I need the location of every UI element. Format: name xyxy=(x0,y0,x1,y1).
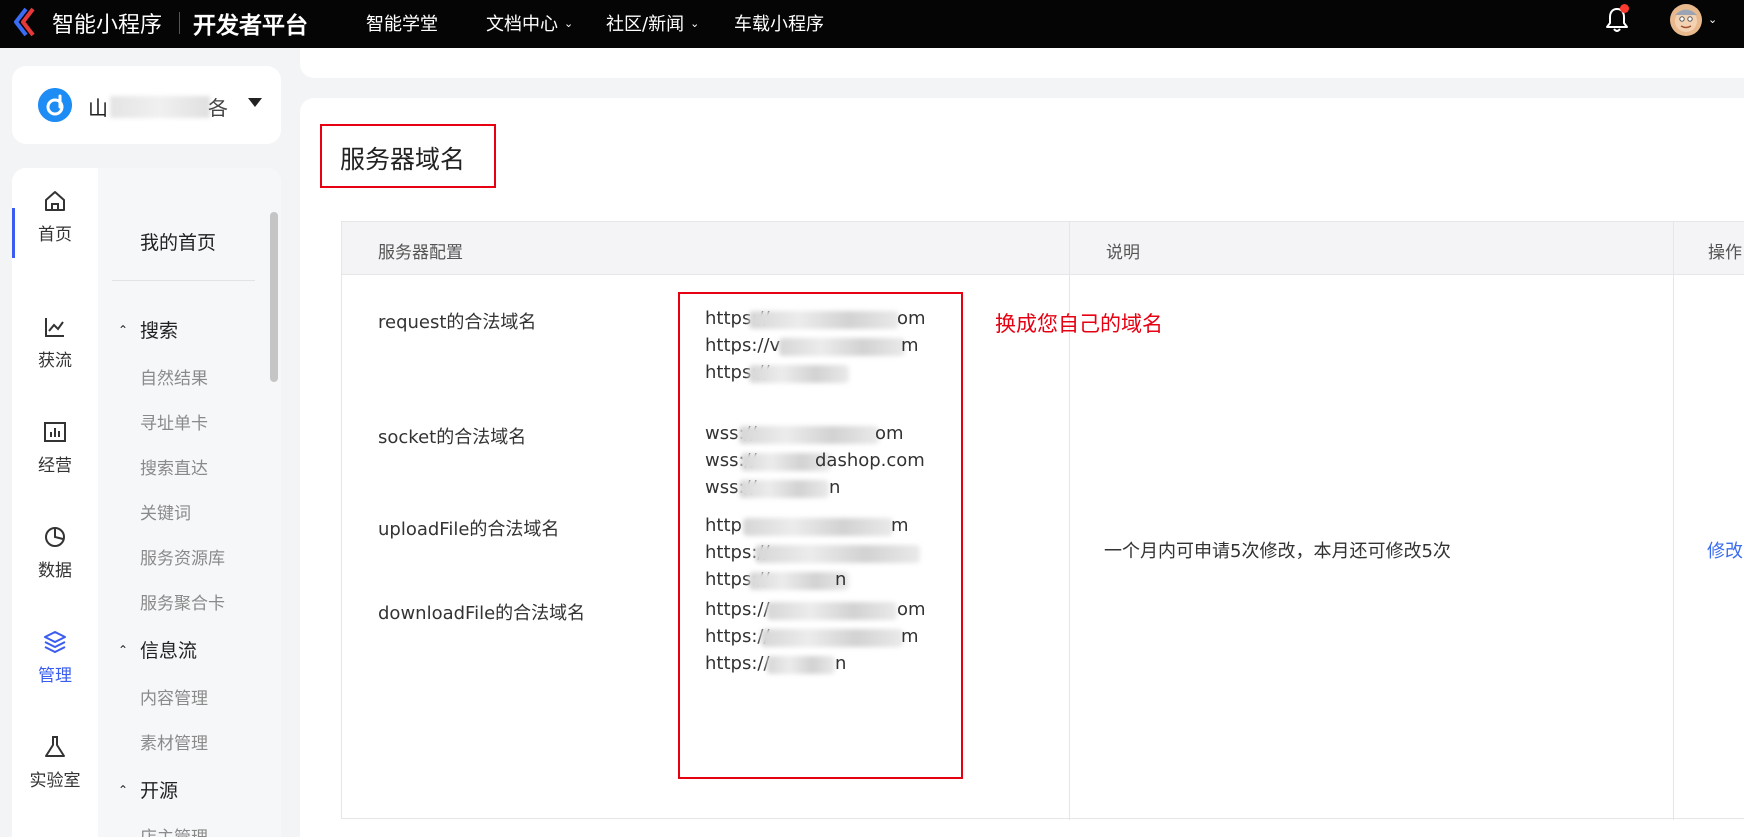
nav-item-docs[interactable]: 文档中心 ⌄ xyxy=(486,10,573,36)
avatar-face-icon xyxy=(1675,9,1697,32)
submenu-group-open-source[interactable]: ⌃ 开源 xyxy=(118,776,178,803)
header-operation: 操作 xyxy=(1708,243,1742,263)
chevron-down-icon: ⌄ xyxy=(564,17,574,30)
rail-label-manage: 管理 xyxy=(38,666,72,686)
app-name-redacted xyxy=(110,96,210,118)
app-logo-icon xyxy=(38,88,72,122)
replace-domain-annotation: 换成您自己的域名 xyxy=(995,312,1163,336)
top-navigation-bar: 智能小程序 开发者平台 智能学堂 文档中心 ⌄ 社区/新闻 ⌄ 车载小程序 ⌄ xyxy=(0,0,1744,48)
table-header: 服务器配置 说明 操作 xyxy=(342,222,1744,275)
home-icon xyxy=(45,191,65,211)
nav-item-learning[interactable]: 智能学堂 xyxy=(366,10,438,36)
submenu-item[interactable]: 内容管理 xyxy=(140,684,208,709)
submenu-item[interactable]: 寻址单卡 xyxy=(140,409,208,434)
rail-item-data[interactable]: 数据 xyxy=(12,524,98,594)
pie-chart-icon xyxy=(45,527,65,547)
rail-item-manage[interactable]: 管理 xyxy=(12,629,98,699)
chevron-up-icon: ⌃ xyxy=(118,643,129,657)
submenu-item[interactable]: 服务资源库 xyxy=(140,544,225,569)
flask-icon xyxy=(45,736,65,757)
submenu: 我的首页 ⌃ 搜索 自然结果 寻址单卡 搜索直达 关键词 服务资源库 服务聚合卡 … xyxy=(98,168,281,837)
side-navigation: 首页 获流 经营 数据 管理 实验室 我的首页 ⌃ 搜索 自然结果 寻址单卡 搜索… xyxy=(12,168,281,837)
scrollbar[interactable] xyxy=(270,212,278,382)
app-name-prefix: 山 xyxy=(88,96,108,120)
submenu-item[interactable]: 关键词 xyxy=(140,499,191,524)
app-selector[interactable]: 山 各 xyxy=(12,66,281,144)
nav-item-car-miniapp[interactable]: 车载小程序 xyxy=(734,10,824,36)
chevron-up-icon: ⌃ xyxy=(118,323,129,337)
rail-item-operation[interactable]: 经营 xyxy=(12,419,98,489)
rail-item-lab[interactable]: 实验室 xyxy=(12,734,98,804)
header-description: 说明 xyxy=(1106,243,1140,263)
chevron-down-icon[interactable]: ⌄ xyxy=(1708,13,1717,26)
row-label-socket: socket的合法域名 xyxy=(378,427,527,448)
column-divider xyxy=(1673,222,1674,820)
nav-rail: 首页 获流 经营 数据 管理 实验室 xyxy=(12,168,98,837)
submenu-group-feed[interactable]: ⌃ 信息流 xyxy=(118,636,197,663)
submenu-item[interactable]: 服务聚合卡 xyxy=(140,589,225,614)
rail-label-lab: 实验室 xyxy=(29,771,81,791)
submenu-group-search[interactable]: ⌃ 搜索 xyxy=(118,316,178,343)
layers-icon xyxy=(44,631,66,654)
submenu-item[interactable]: 素材管理 xyxy=(140,729,208,754)
chevron-down-icon: ⌄ xyxy=(690,17,700,30)
rail-label-home: 首页 xyxy=(38,225,72,245)
header-server-config: 服务器配置 xyxy=(378,243,463,263)
platform-name[interactable]: 开发者平台 xyxy=(193,6,308,40)
page-title: 服务器域名 xyxy=(340,145,466,174)
submenu-item[interactable]: 自然结果 xyxy=(140,364,208,389)
bar-chart-icon xyxy=(44,422,66,442)
modification-description: 一个月内可申请5次修改，本月还可修改5次 xyxy=(1104,541,1451,562)
chevron-logo-icon[interactable] xyxy=(12,6,44,38)
chevron-up-icon: ⌃ xyxy=(118,783,129,797)
caret-down-icon[interactable] xyxy=(248,98,262,107)
row-label-download-file: downloadFile的合法域名 xyxy=(378,603,586,624)
rail-item-home[interactable]: 首页 xyxy=(12,188,98,258)
submenu-divider xyxy=(112,280,255,281)
modify-link[interactable]: 修改 xyxy=(1707,537,1743,563)
user-avatar[interactable] xyxy=(1670,4,1702,36)
submenu-item[interactable]: 店主管理 xyxy=(140,823,208,837)
rail-label-data: 数据 xyxy=(38,561,72,581)
top-card-strip xyxy=(300,48,1744,78)
rail-label-traffic: 获流 xyxy=(38,351,72,371)
row-label-request: request的合法域名 xyxy=(378,312,537,333)
domain-highlight-box xyxy=(678,292,963,779)
rail-item-traffic[interactable]: 获流 xyxy=(12,314,98,384)
submenu-item[interactable]: 搜索直达 xyxy=(140,454,208,479)
line-chart-icon xyxy=(45,318,64,337)
brand-name[interactable]: 智能小程序 xyxy=(52,7,162,39)
nav-item-community[interactable]: 社区/新闻 ⌄ xyxy=(606,10,699,36)
app-name-suffix: 各 xyxy=(208,96,228,120)
notification-dot xyxy=(1620,4,1629,13)
row-label-upload-file: uploadFile的合法域名 xyxy=(378,519,560,540)
rail-label-operation: 经营 xyxy=(38,456,72,476)
submenu-item-my-home[interactable]: 我的首页 xyxy=(140,228,216,255)
brand-divider xyxy=(179,12,180,34)
